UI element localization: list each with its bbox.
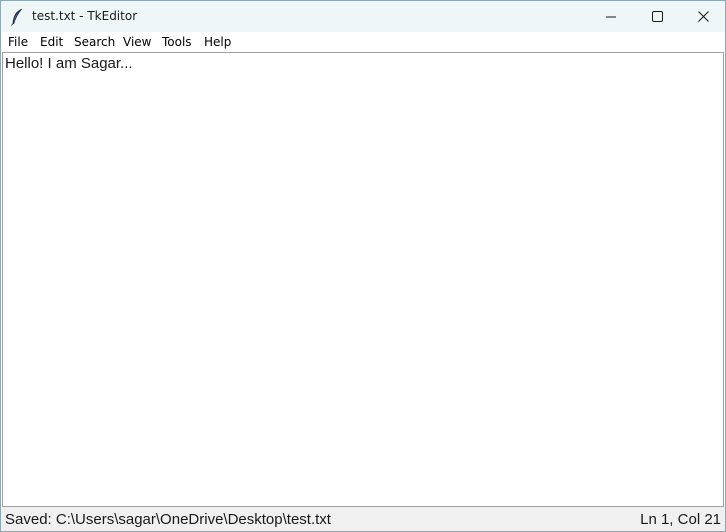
minimize-button[interactable] <box>588 1 634 32</box>
minimize-icon <box>606 7 616 26</box>
menu-search[interactable]: Search <box>74 34 115 50</box>
menu-bar: File Edit Search View Tools Help <box>1 32 725 52</box>
maximize-icon <box>651 7 663 26</box>
app-window: test.txt - TkEditor File Edit Search Vie… <box>0 0 726 532</box>
close-button[interactable] <box>680 1 726 32</box>
menu-view[interactable]: View <box>123 34 151 50</box>
menu-tools[interactable]: Tools <box>162 34 192 50</box>
text-editor-area[interactable]: Hello! I am Sagar... <box>2 52 724 507</box>
maximize-button[interactable] <box>634 1 680 32</box>
title-bar[interactable]: test.txt - TkEditor <box>1 1 725 32</box>
status-message: Saved: C:\Users\sagar\OneDrive\Desktop\t… <box>5 511 331 528</box>
close-icon <box>697 7 709 26</box>
cursor-position: Ln 1, Col 21 <box>640 511 721 528</box>
menu-edit[interactable]: Edit <box>40 34 63 50</box>
status-bar: Saved: C:\Users\sagar\OneDrive\Desktop\t… <box>1 507 725 531</box>
menu-file[interactable]: File <box>8 34 28 50</box>
feather-quill-icon <box>10 8 24 26</box>
window-title: test.txt - TkEditor <box>32 9 138 23</box>
menu-help[interactable]: Help <box>204 34 231 50</box>
editor-content[interactable]: Hello! I am Sagar... <box>5 55 133 72</box>
